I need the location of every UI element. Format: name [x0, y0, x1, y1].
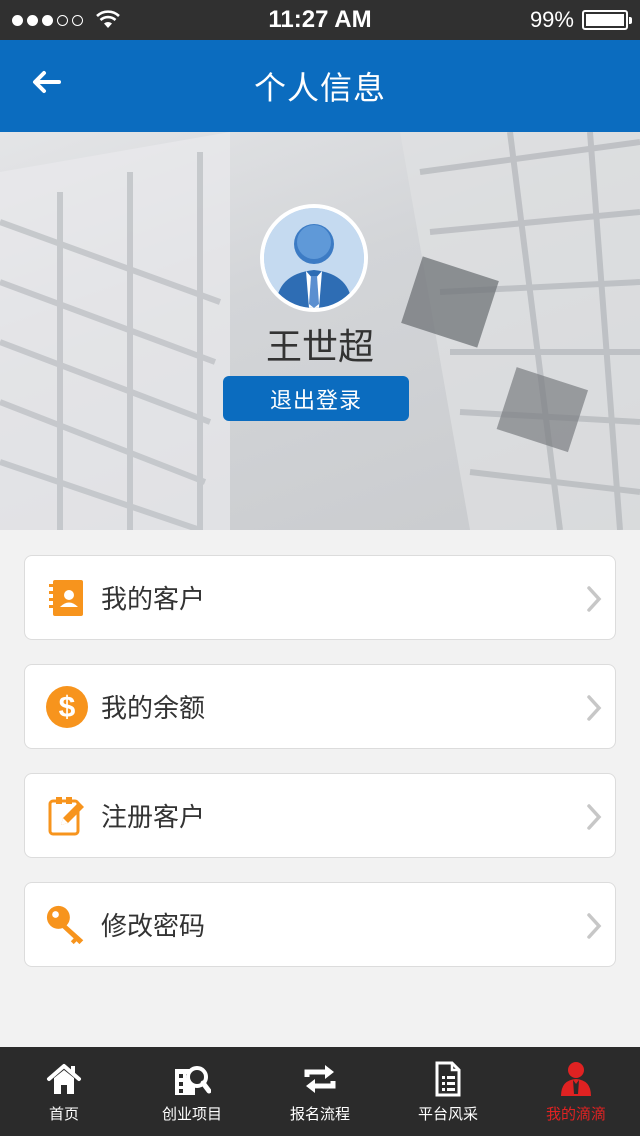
- menu-item-my-customers[interactable]: 我的客户: [24, 555, 616, 640]
- battery-percent: 99%: [529, 7, 574, 32]
- menu-item-label: 修改密码: [101, 912, 206, 942]
- menu-item-register-customer[interactable]: 注册客户: [24, 773, 616, 858]
- avatar[interactable]: [260, 204, 368, 312]
- menu-item-label: 我的客户: [101, 585, 206, 615]
- user-avatar-icon: [264, 208, 364, 308]
- menu-item-label: 注册客户: [101, 803, 206, 833]
- menu-list: 我的客户 $ 我的余额 注册客户 修改密码: [24, 555, 616, 991]
- signal-dot-icon: [12, 14, 23, 26]
- tab-label: 报名流程: [289, 1105, 350, 1123]
- battery-icon: [581, 10, 632, 30]
- signal-dot-icon: [42, 14, 53, 26]
- status-bar: 11:27 AM 99%: [0, 0, 640, 40]
- tab-home[interactable]: 首页: [0, 1047, 128, 1136]
- chevron-right-icon: [587, 586, 602, 612]
- contacts-book-icon: [45, 576, 89, 620]
- building-search-icon: [172, 1059, 212, 1099]
- page-title: 个人信息: [253, 69, 386, 107]
- chevron-right-icon: [587, 913, 602, 939]
- tab-registration-process[interactable]: 报名流程: [256, 1047, 384, 1136]
- profile-header: 王世超 退出登录: [0, 132, 640, 530]
- svg-text:$: $: [59, 691, 76, 724]
- tab-label: 创业项目: [161, 1105, 222, 1123]
- refresh-arrows-icon: [300, 1059, 340, 1099]
- signal-area: [12, 10, 212, 30]
- dollar-coin-icon: $: [45, 685, 89, 729]
- menu-item-label: 我的余额: [101, 694, 206, 724]
- back-arrow-icon: [33, 71, 61, 93]
- chevron-right-icon: [587, 804, 602, 830]
- key-icon: [45, 903, 89, 947]
- tab-label: 首页: [48, 1105, 79, 1123]
- tab-label: 我的滴滴: [545, 1105, 606, 1123]
- tab-platform-showcase[interactable]: 平台风采: [384, 1047, 512, 1136]
- status-time: 11:27 AM: [268, 6, 372, 33]
- nav-bar: 个人信息: [0, 40, 640, 132]
- signal-dot-icon: [27, 14, 38, 26]
- menu-item-change-password[interactable]: 修改密码: [24, 882, 616, 967]
- tab-my-didi[interactable]: 我的滴滴: [512, 1047, 640, 1136]
- edit-form-icon: [45, 794, 89, 838]
- signal-dot-empty-icon: [72, 14, 83, 26]
- battery-area: 99%: [428, 7, 632, 33]
- chevron-right-icon: [587, 695, 602, 721]
- tab-bar: 首页 创业项目 报名流程 平台风采 我的滴滴: [0, 1047, 640, 1136]
- tab-startup-projects[interactable]: 创业项目: [128, 1047, 256, 1136]
- home-icon: [44, 1059, 84, 1099]
- wifi-icon: [96, 10, 120, 28]
- menu-item-my-balance[interactable]: $ 我的余额: [24, 664, 616, 749]
- signal-dot-empty-icon: [57, 14, 68, 26]
- document-icon: [428, 1059, 468, 1099]
- user-icon: [556, 1059, 596, 1099]
- user-name: 王世超: [265, 327, 374, 368]
- back-button[interactable]: [26, 62, 66, 102]
- logout-button[interactable]: 退出登录: [223, 376, 409, 421]
- tab-label: 平台风采: [417, 1105, 478, 1123]
